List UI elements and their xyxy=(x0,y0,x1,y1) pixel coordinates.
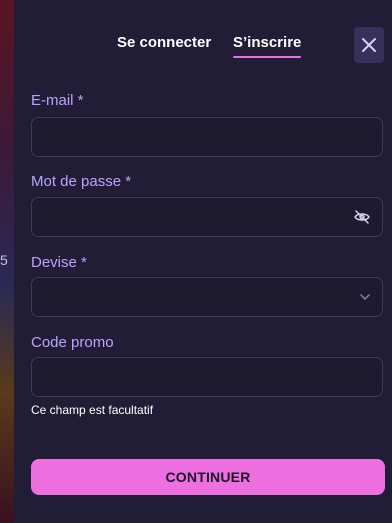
close-icon xyxy=(362,38,376,52)
signup-modal: Se connecter S’inscrire E-mail * Mot de … xyxy=(14,0,392,523)
tab-login[interactable]: Se connecter xyxy=(117,34,211,51)
currency-label: Devise * xyxy=(31,254,87,271)
continue-button[interactable]: CONTINUER xyxy=(31,459,385,495)
password-field-box xyxy=(31,197,383,237)
chevron-down-icon xyxy=(360,294,370,300)
close-button[interactable] xyxy=(354,27,384,63)
tab-signup[interactable]: S’inscrire xyxy=(233,34,302,58)
currency-select[interactable] xyxy=(31,277,383,317)
email-field-box xyxy=(31,117,383,157)
background-glyph: 5 xyxy=(0,252,8,268)
password-label: Mot de passe * xyxy=(31,173,132,190)
promo-label: Code promo xyxy=(31,334,114,351)
promo-code-field[interactable] xyxy=(32,358,382,396)
promo-field-box xyxy=(31,357,383,397)
email-field[interactable] xyxy=(32,118,382,156)
promo-helper-text: Ce champ est facultatif xyxy=(31,403,154,417)
password-field[interactable] xyxy=(32,198,382,236)
eye-off-icon[interactable] xyxy=(354,210,370,224)
email-label: E-mail * xyxy=(31,92,84,109)
background-page-strip: 5 xyxy=(0,0,14,523)
auth-tabs: Se connecter S’inscrire xyxy=(14,34,392,60)
